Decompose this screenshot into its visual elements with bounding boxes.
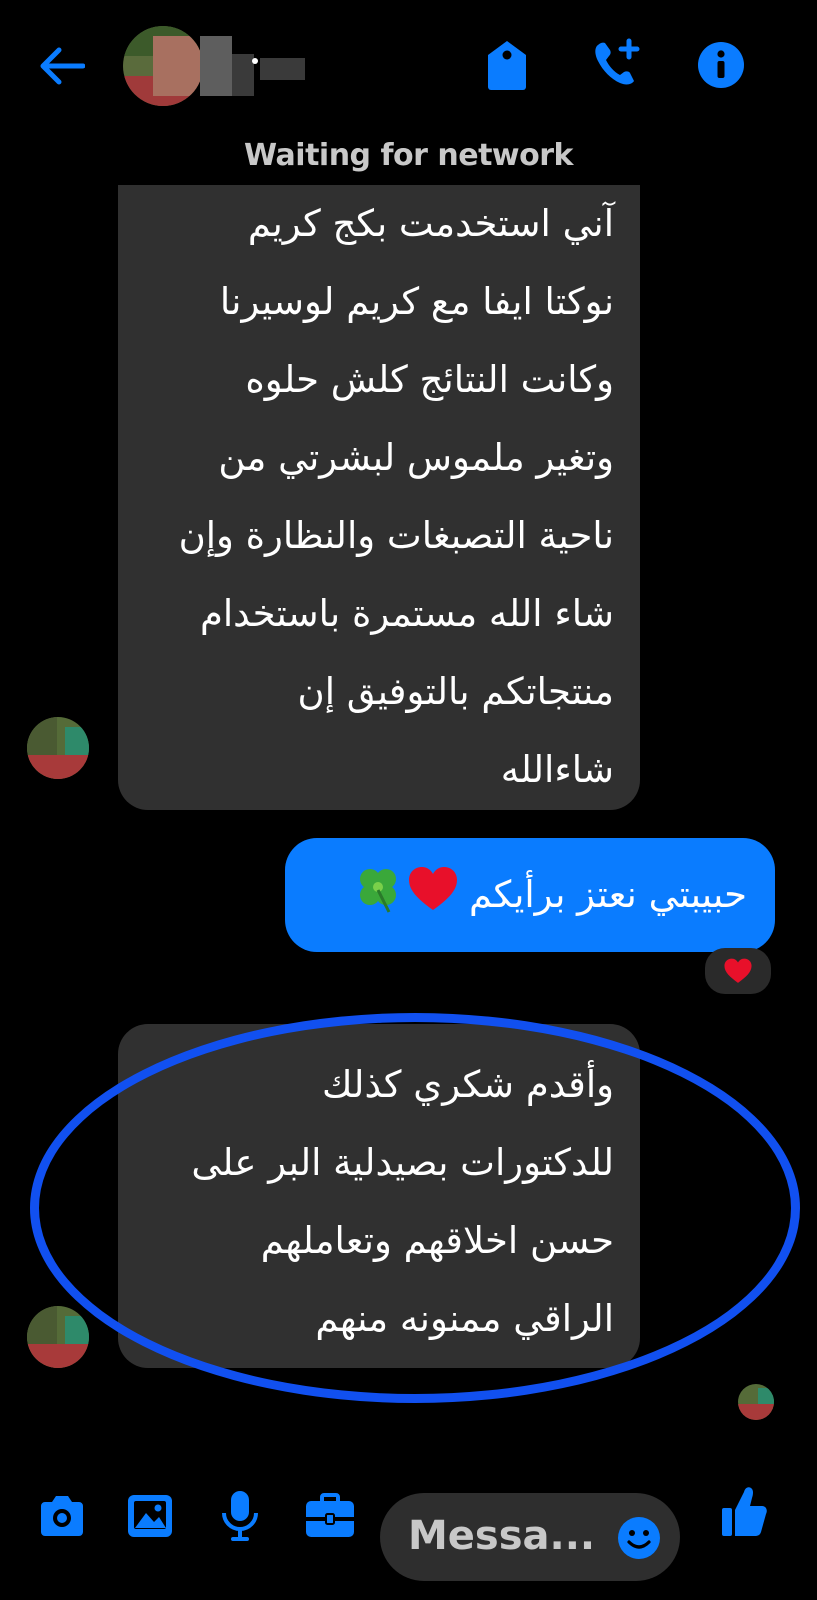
like-button[interactable] bbox=[718, 1482, 770, 1540]
highlight-annotation-ellipse bbox=[30, 1013, 800, 1403]
message-input[interactable]: Messa... bbox=[380, 1493, 680, 1581]
contact-avatar[interactable] bbox=[123, 26, 203, 106]
camera-icon bbox=[41, 1496, 83, 1536]
sender-avatar[interactable] bbox=[27, 717, 89, 779]
sender-avatar[interactable] bbox=[27, 1306, 89, 1368]
message-line: منتجاتكم بالتوفيق إن bbox=[297, 670, 614, 713]
seen-receipt-avatar bbox=[738, 1384, 774, 1420]
message-text: حبيبتي نعتز برأيكم bbox=[469, 873, 747, 916]
heart-icon bbox=[409, 867, 458, 910]
message-line: شاء الله مستمرة باستخدام bbox=[199, 592, 614, 635]
message-line: وتغير ملموس لبشرتي من bbox=[218, 436, 614, 479]
tag-button[interactable] bbox=[484, 36, 530, 94]
contact-name-redacted[interactable] bbox=[200, 36, 305, 96]
message-line: شاءالله bbox=[500, 748, 614, 791]
microphone-icon bbox=[222, 1491, 258, 1541]
arrow-left-icon bbox=[40, 47, 85, 85]
gallery-button[interactable] bbox=[124, 1490, 176, 1542]
emoji-icon bbox=[618, 1517, 660, 1559]
connection-status: Waiting for network bbox=[244, 138, 573, 173]
clover-icon bbox=[360, 869, 397, 913]
heart-reaction-icon bbox=[724, 958, 752, 983]
business-tools-button[interactable] bbox=[302, 1490, 358, 1542]
voice-button[interactable] bbox=[214, 1488, 266, 1544]
call-button[interactable] bbox=[588, 36, 644, 92]
info-button[interactable] bbox=[696, 40, 746, 90]
outgoing-message[interactable]: حبيبتي نعتز برأيكم bbox=[285, 838, 775, 952]
info-icon bbox=[698, 42, 744, 88]
back-button[interactable] bbox=[36, 40, 88, 92]
incoming-message-1[interactable]: آني استخدمت بكج كريم نوكتا ايفا مع كريم … bbox=[118, 185, 640, 810]
message-input-placeholder: Messa... bbox=[408, 1513, 596, 1559]
message-reaction[interactable] bbox=[705, 948, 771, 994]
clover-emoji bbox=[353, 864, 403, 926]
image-icon bbox=[128, 1495, 172, 1537]
message-line: ناحية التصبغات والنظارة وإن bbox=[178, 514, 614, 557]
phone-add-icon bbox=[595, 38, 640, 85]
heart-emoji bbox=[407, 866, 459, 924]
tag-icon bbox=[488, 41, 526, 90]
camera-button[interactable] bbox=[36, 1490, 88, 1542]
message-line: وكانت النتائج كلش حلوه bbox=[245, 358, 614, 401]
message-line: نوكتا ايفا مع كريم لوسيرنا bbox=[219, 280, 614, 323]
emoji-button[interactable] bbox=[616, 1515, 662, 1561]
message-line: آني استخدمت بكج كريم bbox=[247, 202, 614, 245]
thumbs-up-icon bbox=[722, 1487, 767, 1536]
briefcase-icon bbox=[306, 1493, 354, 1537]
